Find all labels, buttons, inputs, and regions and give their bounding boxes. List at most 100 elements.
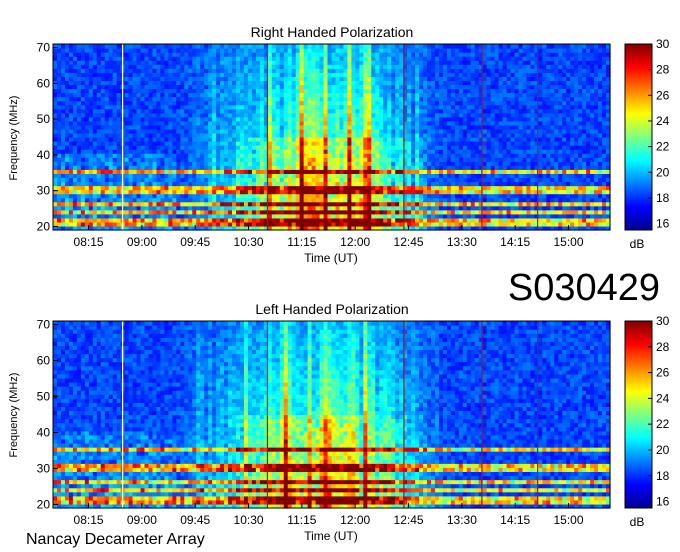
spectrogram-cell — [259, 221, 265, 227]
spectrogram-cell — [84, 84, 90, 90]
spectrogram-cell — [200, 169, 205, 174]
spectrogram-cell — [140, 60, 146, 65]
spectrogram-cell — [474, 112, 480, 118]
spectrogram-cell — [156, 193, 162, 199]
spectrogram-cell — [383, 173, 388, 179]
spectrogram-cell — [56, 153, 62, 158]
spectrogram-cell — [108, 72, 114, 77]
spectrogram-cell — [144, 60, 150, 65]
spectrogram-cell — [192, 84, 197, 90]
spectrogram-cell — [287, 68, 293, 73]
spectrogram-cell — [128, 88, 134, 94]
spectrogram-cell — [116, 189, 122, 195]
spectrogram-cell — [391, 96, 396, 102]
spectrogram-cell — [239, 193, 245, 199]
spectrogram-cell — [72, 217, 78, 223]
spectrogram-cell — [72, 108, 78, 114]
spectrogram-cell — [184, 185, 189, 191]
spectrogram-cell — [335, 56, 341, 61]
spectrogram-cell — [180, 169, 185, 174]
spectrogram-cell — [184, 193, 189, 199]
spectrogram-cell — [363, 64, 368, 69]
spectrogram-cell — [192, 124, 197, 130]
spectrogram-cell — [275, 201, 281, 207]
spectrogram-cell — [220, 169, 225, 174]
spectrogram-cell — [434, 100, 440, 106]
spectrogram-cell — [359, 72, 364, 77]
spectrogram-cell — [419, 48, 424, 53]
spectrogram-cell — [355, 201, 360, 207]
spectrogram-cell — [339, 56, 345, 61]
spectrogram-cell — [351, 72, 356, 77]
spectrogram-cell — [259, 145, 265, 150]
spectrogram-cell — [323, 92, 329, 98]
spectrogram-cell — [323, 213, 329, 219]
spectrogram-cell — [283, 217, 289, 223]
spectrogram-cell — [279, 56, 285, 61]
spectrogram-cell — [371, 197, 376, 203]
spectrogram-cell — [442, 181, 448, 187]
spectrogram-cell — [220, 56, 225, 61]
spectrogram-cell — [415, 76, 420, 81]
spectrogram-cell — [104, 197, 110, 203]
spectrogram-cell — [156, 213, 162, 219]
spectrogram-cell — [363, 161, 368, 166]
spectrogram-cell — [56, 68, 62, 73]
spectrogram-cell — [132, 100, 138, 106]
spectrogram-cell — [279, 100, 285, 106]
spectrogram-cell — [200, 44, 205, 49]
spectrogram-cell — [331, 149, 337, 154]
spectrogram-cell — [351, 44, 356, 49]
spectrogram-cell — [96, 128, 102, 134]
spectrogram-cell — [466, 44, 472, 49]
spectrogram-cell — [80, 157, 86, 162]
spectrogram-cell — [482, 189, 488, 195]
spectrogram-cell — [291, 161, 297, 166]
spectrogram-cell — [383, 112, 388, 118]
spectrogram-cell — [180, 64, 185, 69]
spectrogram-cell — [224, 80, 229, 86]
spectrogram-cell — [339, 96, 345, 102]
spectrogram-cell — [307, 145, 313, 150]
spectrogram-cell — [267, 92, 273, 98]
spectrogram-cell — [426, 132, 432, 138]
spectrogram-cell — [359, 88, 364, 94]
spectrogram-cell — [426, 44, 432, 49]
spectrogram-cell — [251, 169, 257, 174]
spectrogram-cell — [132, 213, 138, 219]
spectrogram-cell — [450, 88, 456, 94]
spectrogram-cell — [343, 153, 349, 158]
spectrogram-cell — [470, 185, 476, 191]
spectrogram-cell — [168, 68, 173, 73]
spectrogram-cell — [168, 56, 173, 61]
spectrogram-cell — [387, 48, 392, 53]
spectrogram-cell — [407, 96, 412, 102]
spectrogram-cell — [152, 100, 158, 106]
spectrogram-cell — [88, 64, 94, 69]
spectrogram-cell — [239, 96, 245, 102]
spectrogram-cell — [347, 96, 352, 102]
spectrogram-cell — [458, 100, 464, 106]
spectrogram-cell — [387, 189, 392, 195]
spectrogram-cell — [383, 209, 388, 215]
spectrogram-cell — [343, 185, 349, 191]
spectrogram-cell — [415, 128, 420, 134]
spectrogram-cell — [367, 84, 372, 90]
spectrogram-cell — [430, 217, 436, 223]
spectrogram-cell — [172, 201, 177, 207]
spectrogram-cell — [152, 52, 158, 57]
spectrogram-cell — [454, 209, 460, 215]
spectrogram-cell — [208, 173, 213, 179]
spectrogram-cell — [124, 153, 130, 158]
spectrogram-cell — [323, 108, 329, 114]
spectrogram-cell — [339, 177, 345, 183]
spectrogram-cell — [60, 80, 66, 86]
spectrogram-cell — [319, 132, 325, 138]
spectrogram-cell — [124, 116, 130, 122]
spectrogram-cell — [371, 68, 376, 73]
spectrogram-cell — [363, 80, 368, 86]
spectrogram-cell — [363, 104, 368, 110]
spectrogram-cell — [136, 149, 142, 154]
spectrogram-cell — [395, 141, 400, 146]
spectrogram-cell — [68, 80, 74, 86]
